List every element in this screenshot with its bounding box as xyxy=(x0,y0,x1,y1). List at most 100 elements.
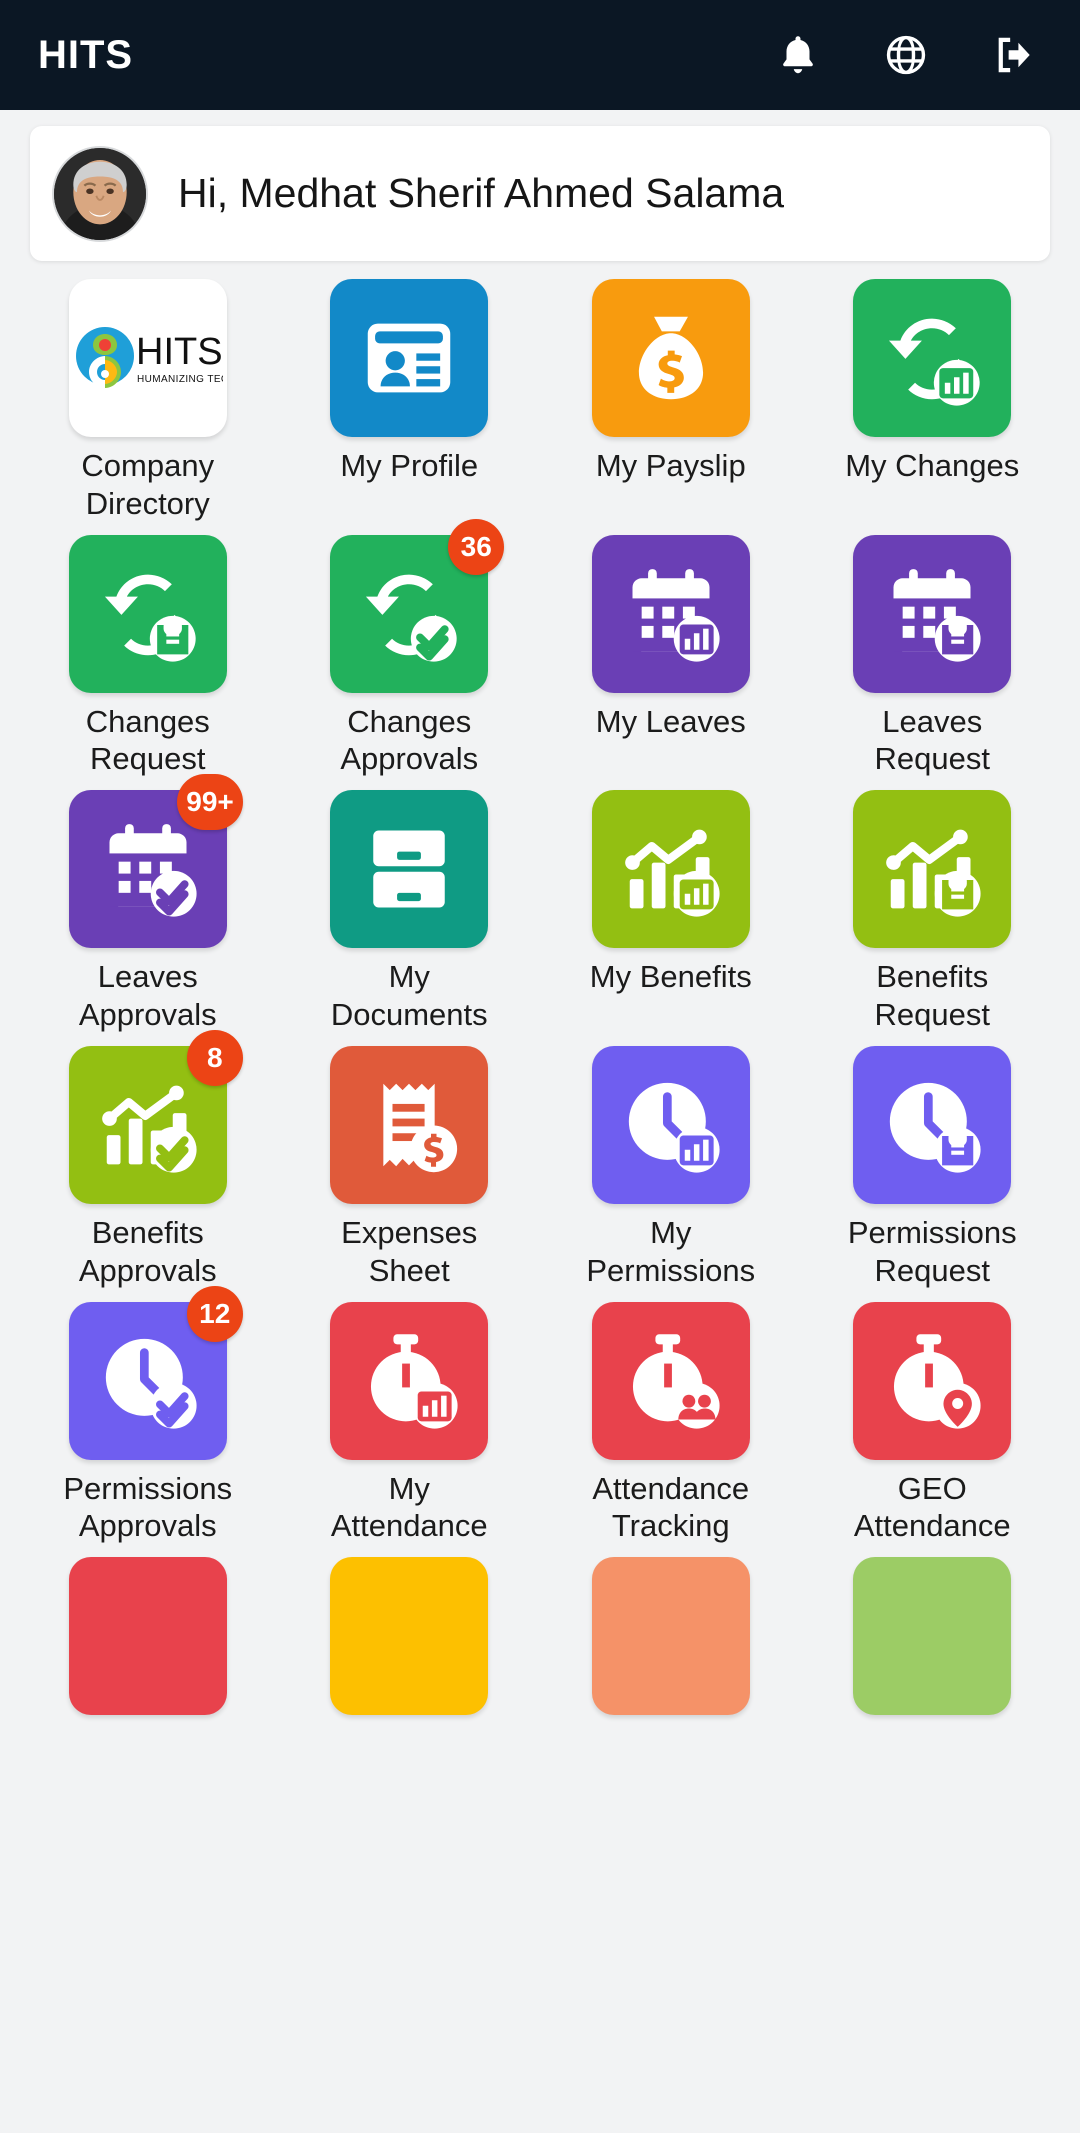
label-line: Approvals xyxy=(78,1508,217,1544)
receipt-dollar-icon xyxy=(330,1045,489,1204)
tile-holder xyxy=(330,790,489,949)
grid-item-label: My Payslip xyxy=(596,447,746,485)
app-brand-title: HITS xyxy=(38,32,134,77)
logout-icon[interactable] xyxy=(986,27,1042,83)
grid-item-label: Changes Request xyxy=(86,703,210,779)
grid-item-changes-request[interactable]: Changes Request xyxy=(26,534,270,779)
label-line: Approvals xyxy=(78,1252,217,1288)
grid-item-permissions-approvals[interactable]: 12 Permissions Approvals xyxy=(26,1285,270,1546)
grid-item-label: Expenses Sheet xyxy=(341,1214,477,1290)
tile-partial-salmon xyxy=(591,1557,750,1716)
label-line: My Payslip xyxy=(595,448,746,483)
grid-item-label: My Attendance xyxy=(331,1470,488,1546)
label-line: Request xyxy=(874,741,990,777)
label-line: Expenses xyxy=(341,1214,478,1250)
svg-text:HITS: HITS xyxy=(136,331,223,373)
tile-partial-amber xyxy=(330,1557,489,1716)
grid-item-attendance-tracking[interactable]: Attendance Tracking xyxy=(549,1301,793,1546)
tile-holder xyxy=(591,279,750,437)
notifications-bell-icon[interactable] xyxy=(770,27,826,83)
grid-item-label: My Profile xyxy=(340,447,478,485)
greeting-section: Hi, Medhat Sherif Ahmed Salama xyxy=(0,110,1080,261)
calendar-request-icon xyxy=(853,534,1012,693)
grid-item-label: Attendance Tracking xyxy=(592,1470,749,1546)
label-line: Company xyxy=(81,448,215,483)
grid-item-label: Leaves Request xyxy=(875,703,990,779)
label-line: Request xyxy=(874,997,990,1033)
grid-item-label: Company Directory xyxy=(81,447,214,523)
calendar-chart-icon xyxy=(591,534,750,693)
grid-item-my-documents[interactable]: My Documents xyxy=(288,790,532,1034)
label-line: GEO xyxy=(897,1470,967,1506)
grid-item-label: Changes Approvals xyxy=(340,703,478,779)
grid-item-label: My Benefits xyxy=(590,958,752,996)
label-line: My xyxy=(388,959,430,995)
tile-holder xyxy=(330,1557,489,1716)
status-badge: 99+ xyxy=(177,774,243,831)
greeting-card[interactable]: Hi, Medhat Sherif Ahmed Salama xyxy=(30,126,1050,261)
header-actions xyxy=(770,27,1042,83)
tile-holder xyxy=(591,1557,750,1716)
label-line: Attendance xyxy=(330,1508,488,1544)
tile-holder xyxy=(853,1557,1012,1716)
grid-item-my-changes[interactable]: My Changes xyxy=(811,279,1055,523)
grid-item-my-attendance[interactable]: My Attendance xyxy=(288,1301,532,1546)
status-badge: 36 xyxy=(448,518,505,575)
grid-item-benefits-approvals[interactable]: 8 Benefits Approvals xyxy=(26,1029,270,1290)
grid-item-permissions-request[interactable]: Permissions Request xyxy=(811,1045,1055,1290)
label-line: Approvals xyxy=(78,997,217,1033)
tile-holder: HITS HUMANIZING TECHNOLOGY xyxy=(68,279,227,437)
grid-item-benefits-request[interactable]: Benefits Request xyxy=(811,790,1055,1034)
tile-partial-lightgreen xyxy=(853,1557,1012,1716)
grid-item-leaves-approvals[interactable]: 99+ Leaves Approvals xyxy=(26,774,270,1034)
label-line: Attendance xyxy=(853,1508,1011,1544)
tile-holder xyxy=(853,1045,1012,1204)
tile-holder xyxy=(853,279,1012,437)
grid-item-my-permissions[interactable]: My Permissions xyxy=(549,1045,793,1290)
grid-item-expenses-sheet[interactable]: Expenses Sheet xyxy=(288,1045,532,1290)
tile-holder xyxy=(591,534,750,693)
label-line: Changes xyxy=(85,703,210,739)
tile-partial-red xyxy=(68,1557,227,1716)
globe-language-icon[interactable] xyxy=(878,27,934,83)
tile-holder xyxy=(330,1045,489,1204)
tile-holder: 8 xyxy=(68,1029,243,1204)
sync-request-icon xyxy=(68,534,227,693)
label-line: Permissions xyxy=(586,1252,756,1288)
grid-item-partial-3[interactable] xyxy=(549,1557,793,1716)
grid-item-changes-approvals[interactable]: 36 Changes Approvals xyxy=(288,518,532,779)
grid-item-partial-4[interactable] xyxy=(811,1557,1055,1716)
grid-item-leaves-request[interactable]: Leaves Request xyxy=(811,534,1055,779)
grid-item-my-benefits[interactable]: My Benefits xyxy=(549,790,793,1034)
grid-item-my-leaves[interactable]: My Leaves xyxy=(549,534,793,779)
label-line: Leaves xyxy=(882,703,983,739)
growth-request-icon xyxy=(853,790,1012,949)
grid-item-label: My Changes xyxy=(845,447,1019,485)
tile-holder xyxy=(853,534,1012,693)
grid-item-my-profile[interactable]: My Profile xyxy=(288,279,532,523)
grid-item-label: Benefits Request xyxy=(875,958,990,1034)
grid-item-label: My Permissions xyxy=(586,1214,755,1290)
grid-item-my-payslip[interactable]: My Payslip xyxy=(549,279,793,523)
label-line: Benefits xyxy=(876,959,989,995)
label-line: Approvals xyxy=(340,741,479,777)
tile-holder: 12 xyxy=(68,1285,243,1460)
grid-item-label: GEO Attendance xyxy=(854,1470,1011,1546)
label-line: Permissions xyxy=(63,1470,233,1506)
label-line: My xyxy=(388,1470,430,1506)
tile-holder: 36 xyxy=(330,518,505,693)
label-line: Request xyxy=(874,1252,990,1288)
app-header: HITS xyxy=(0,0,1080,110)
label-line: Permissions xyxy=(847,1214,1017,1250)
grid-item-company-directory[interactable]: HITS HUMANIZING TECHNOLOGY Company Direc… xyxy=(26,279,270,523)
grid-item-geo-attendance[interactable]: GEO Attendance xyxy=(811,1301,1055,1546)
avatar[interactable] xyxy=(52,145,148,242)
greeting-text: Hi, Medhat Sherif Ahmed Salama xyxy=(178,170,785,216)
label-line: Changes xyxy=(347,703,472,739)
grid-item-partial-2[interactable] xyxy=(288,1557,532,1716)
grid-item-label: Permissions Request xyxy=(848,1214,1017,1290)
label-line: My xyxy=(650,1214,692,1250)
grid-item-partial-1[interactable] xyxy=(26,1557,270,1716)
label-line: Tracking xyxy=(611,1508,730,1544)
clock-request-icon xyxy=(853,1045,1012,1204)
